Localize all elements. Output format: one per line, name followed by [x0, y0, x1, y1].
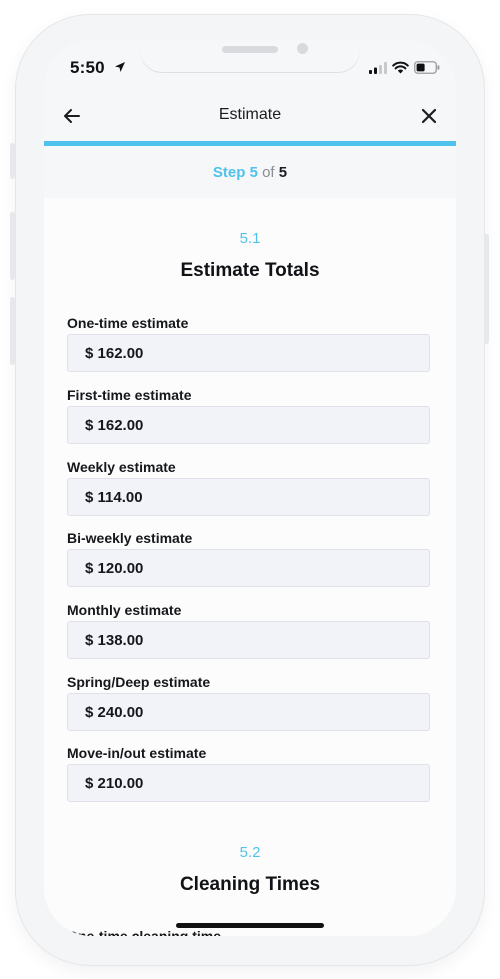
- step-label: Step: [212, 164, 246, 181]
- spring-deep-estimate-field[interactable]: $ 240.00: [67, 693, 430, 731]
- speaker: [222, 46, 278, 53]
- notch: [140, 40, 360, 72]
- first-time-estimate-label: First-time estimate: [67, 387, 192, 403]
- screen: 5:50 Estimate Step 5 of 5 5.1 Estimate T…: [44, 40, 456, 936]
- estimate-card: 5.1 Estimate Totals One-time estimate $ …: [44, 198, 456, 936]
- move-in-out-estimate-field[interactable]: $ 210.00: [67, 764, 430, 802]
- section-title: Cleaning Times: [179, 874, 321, 895]
- progress-bar: [44, 141, 456, 146]
- field-value: $ 114.00: [85, 489, 143, 506]
- wifi-icon: [392, 61, 409, 74]
- spring-deep-estimate-label: Spring/Deep estimate: [67, 674, 211, 690]
- location-arrow-icon: [115, 62, 125, 72]
- weekly-estimate-label: Weekly estimate: [67, 459, 176, 475]
- one-time-estimate-field[interactable]: $ 162.00: [67, 334, 430, 372]
- step-indicator: Step 5 of 5: [44, 164, 456, 181]
- power-button: [484, 234, 489, 344]
- cellular-signal-icon: [369, 62, 387, 74]
- step-current: 5: [249, 164, 258, 181]
- field-value: $ 210.00: [85, 775, 144, 792]
- battery-icon: [414, 61, 440, 74]
- first-time-estimate-field[interactable]: $ 162.00: [67, 406, 430, 444]
- bi-weekly-estimate-field[interactable]: $ 120.00: [67, 549, 430, 587]
- step-of: of: [262, 164, 275, 181]
- monthly-estimate-field[interactable]: $ 138.00: [67, 621, 430, 659]
- field-value: $ 240.00: [85, 704, 144, 721]
- weekly-estimate-field[interactable]: $ 114.00: [67, 478, 430, 516]
- home-indicator: [176, 923, 324, 928]
- mute-switch: [10, 143, 15, 179]
- step-total: 5: [278, 164, 288, 181]
- camera: [297, 43, 308, 54]
- one-time-estimate-label: One-time estimate: [67, 315, 189, 331]
- move-in-out-estimate-label: Move-in/out estimate: [67, 745, 207, 761]
- field-value: $ 120.00: [85, 560, 144, 577]
- app-header: Estimate: [44, 94, 456, 142]
- page-title: Estimate: [218, 106, 282, 123]
- section-number: 5.2: [239, 844, 261, 861]
- bi-weekly-estimate-label: Bi-weekly estimate: [67, 530, 193, 546]
- section-number: 5.1: [239, 230, 261, 247]
- field-value: $ 162.00: [85, 417, 144, 434]
- status-time: 5:50: [70, 58, 105, 77]
- monthly-estimate-label: Monthly estimate: [67, 602, 182, 618]
- field-value: $ 162.00: [85, 345, 144, 362]
- section-title: Estimate Totals: [180, 260, 320, 281]
- volume-up-button: [10, 212, 15, 280]
- field-value: $ 138.00: [85, 632, 144, 649]
- one-time-cleaning-time-label: One-time cleaning time: [67, 928, 222, 936]
- close-icon[interactable]: [419, 106, 439, 126]
- volume-down-button: [10, 297, 15, 365]
